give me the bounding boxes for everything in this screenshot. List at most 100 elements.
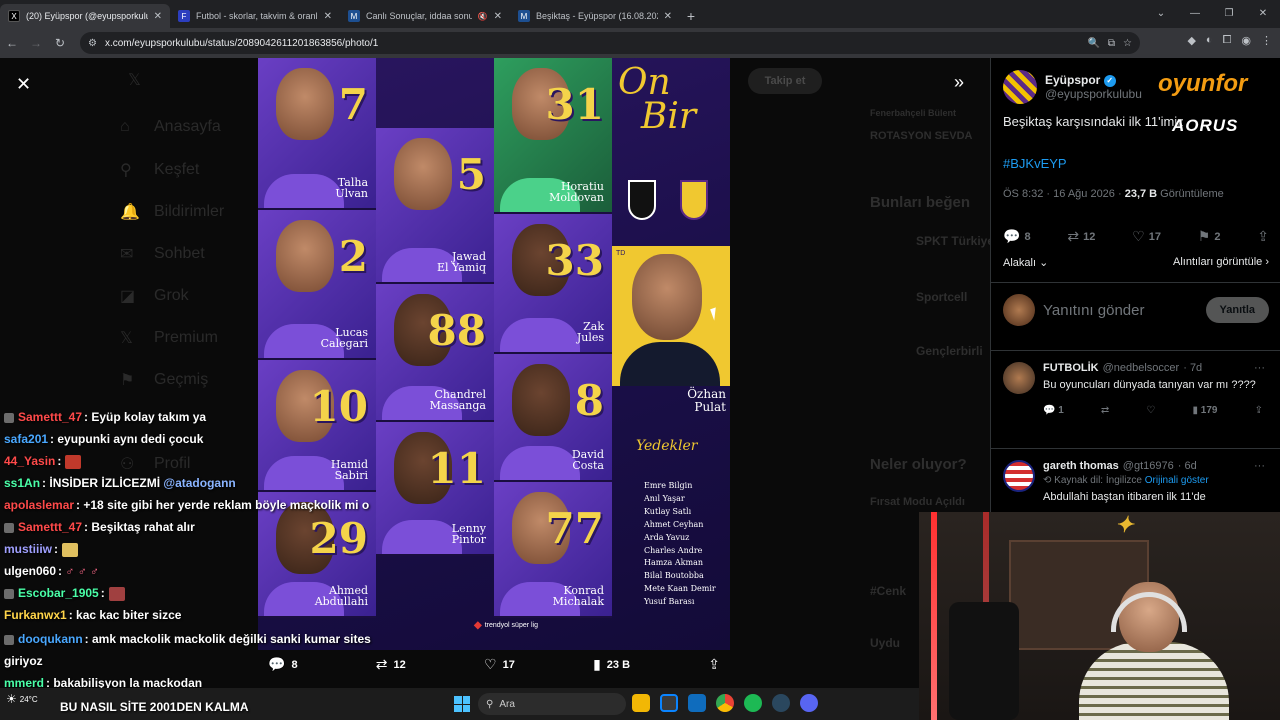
site-info-icon[interactable]: ⚙	[88, 38, 97, 49]
chat-user: mustiiiw	[4, 542, 53, 556]
player-number: 31	[545, 80, 604, 129]
view-quotes-link[interactable]: Alıntıları görüntüle ›	[1173, 256, 1269, 269]
tab-canli-sonuclar[interactable]: M Canlı Sonuçlar, iddaa sonuç 🔇 ✕	[340, 4, 510, 28]
reply-button[interactable]: 💬 8	[1003, 228, 1031, 245]
bookmark-icon: ⚑	[1197, 228, 1211, 244]
chrome-icon[interactable]	[716, 694, 734, 712]
hashtag-link[interactable]: #BJKvEYP	[1003, 156, 1067, 171]
avatar[interactable]	[1003, 362, 1035, 394]
close-window-button[interactable]: ✕	[1246, 0, 1280, 28]
lineup-graphic[interactable]: 7 Talha Ulvan 2 Lucas Calegari 10 Hamid Sab…	[258, 58, 730, 650]
reload-icon[interactable]: ↻	[48, 36, 72, 50]
reply-item[interactable]: FUTBOLİK @nedbelsoccer · 7d Bu oyuncuları …	[1003, 362, 1269, 416]
muted-speaker-icon[interactable]: 🔇	[478, 12, 488, 21]
close-tab-icon[interactable]: ✕	[324, 11, 332, 22]
chat-message: mustiiiw:	[4, 542, 79, 557]
views-icon[interactable]: ▮ 179	[1192, 405, 1217, 416]
chat-user: Samettt_47	[18, 520, 83, 534]
show-original-link[interactable]: Orijinali göster	[1145, 475, 1209, 486]
player-photo	[276, 68, 334, 140]
more-icon[interactable]: ···	[1254, 362, 1265, 374]
new-tab-button[interactable]: +	[680, 4, 702, 28]
chat-message: giriyoz	[4, 654, 43, 668]
sort-dropdown[interactable]: Alakalı ⌄	[1003, 256, 1048, 269]
bookmark-star-icon[interactable]: ☆	[1123, 38, 1132, 49]
player-number: 77	[545, 504, 604, 553]
reply-input[interactable]: Yanıtını gönder	[1043, 302, 1198, 319]
oyunfor-logo: oyunfor	[1158, 70, 1248, 97]
file-explorer-icon[interactable]	[632, 694, 650, 712]
share-icon[interactable]: ⇪	[1255, 405, 1263, 416]
coach-name: Özhan Pulat	[687, 387, 726, 414]
avatar[interactable]	[1003, 70, 1037, 104]
maximize-button[interactable]: ❐	[1212, 0, 1246, 28]
steam-icon[interactable]	[772, 694, 790, 712]
install-icon[interactable]: ⧉	[1108, 38, 1115, 49]
reply-submit-button[interactable]: Yanıtla	[1205, 297, 1269, 323]
bookmark-button[interactable]: ⚑ 2	[1198, 228, 1221, 245]
url-text: x.com/eyupsporkulubu/status/208904261120…	[104, 37, 379, 49]
nav-profile: ⚇ Profil	[120, 455, 191, 473]
emote-icon	[65, 454, 82, 469]
discord-icon[interactable]	[800, 694, 818, 712]
menu-kebab-icon[interactable]: ⋮	[1261, 34, 1272, 47]
repost-button[interactable]: ⇄ 12	[1067, 228, 1095, 245]
badge-icon	[4, 634, 14, 645]
views-button[interactable]: ▮ 23 B	[593, 656, 630, 673]
close-photo-icon[interactable]: ✕	[16, 74, 31, 95]
tab-eyupspor[interactable]: X (20) Eyüpspor (@eyupsporkulubu ✕	[0, 4, 170, 28]
emote-icon	[62, 542, 79, 557]
chat-message: dooqukann: amk mackolik mackolik değilki…	[4, 632, 371, 646]
webcam-feed: ✦	[919, 512, 1280, 720]
back-icon[interactable]: ←	[0, 36, 24, 50]
outlook-icon[interactable]	[688, 694, 706, 712]
divider	[991, 282, 1280, 283]
share-button[interactable]: ⇪	[708, 656, 720, 673]
more-icon[interactable]: ···	[1254, 460, 1265, 472]
extensions-puzzle-icon[interactable]: ⧠	[1223, 34, 1232, 47]
divider	[991, 448, 1280, 449]
weather-widget[interactable]: ☀ 24°C	[6, 692, 38, 706]
reply-text: Bu oyuncuları dünyada tanıyan var mı ???…	[1043, 379, 1256, 391]
minimize-button[interactable]: —	[1178, 0, 1212, 28]
zoom-icon[interactable]: 🔍	[1087, 38, 1099, 49]
home-icon: ⌂	[120, 118, 130, 135]
heart-icon[interactable]: ♡	[1146, 405, 1155, 416]
nav-notifications: 🔔 Bildirimler	[120, 203, 225, 221]
tab-search-icon[interactable]: ⌄	[1144, 0, 1178, 28]
taskbar-search[interactable]: ⚲ Ara	[478, 693, 626, 715]
trendyol-logo-icon: ◆	[474, 620, 482, 631]
like-button[interactable]: ♡ 17	[1132, 228, 1161, 245]
chat-message: ss1An: İNSİDER İZLİCEZMİ @atadogann	[4, 476, 236, 490]
spotify-icon[interactable]	[744, 694, 762, 712]
windows-start-icon[interactable]	[454, 696, 470, 712]
reply-button[interactable]: 💬 8	[268, 656, 298, 673]
close-tab-icon[interactable]: ✕	[154, 11, 162, 22]
reply-item[interactable]: gareth thomas @gt16976 · 6d ⟲ Kaynak dil: …	[1003, 460, 1269, 505]
repost-button[interactable]: ⇄ 12	[376, 656, 406, 673]
forward-icon[interactable]: →	[24, 36, 48, 50]
translation-note: ⟲ Kaynak dil: İngilizce Orijinali göster	[1043, 475, 1209, 486]
store-icon[interactable]	[660, 694, 678, 712]
avatar[interactable]	[1003, 460, 1035, 492]
chat-user: 44_Yasin	[4, 454, 56, 468]
address-bar[interactable]: ⚙ x.com/eyupsporkulubu/status/2089042611…	[80, 32, 1140, 54]
heart-icon: ♡	[484, 656, 497, 672]
search-icon: ⚲	[120, 162, 132, 179]
author-handle[interactable]: @eyupsporkulubu	[1045, 87, 1142, 101]
like-button[interactable]: ♡ 17	[484, 656, 515, 673]
collapse-panel-icon[interactable]: »	[954, 72, 964, 93]
reply-icon[interactable]: 💬 1	[1043, 405, 1064, 416]
repost-icon[interactable]: ⇄	[1101, 405, 1109, 416]
close-tab-icon[interactable]: ✕	[664, 11, 672, 22]
author-name[interactable]: Eyüpspor ✓	[1045, 73, 1142, 87]
tab-besiktas-eyupspor[interactable]: M Beşiktaş - Eyüpspor (16.08.2026 ✕	[510, 4, 680, 28]
extension-icon[interactable]: ◆	[1187, 34, 1195, 47]
tab-futbol[interactable]: F Futbol - skorlar, takvim & oranl ✕	[170, 4, 340, 28]
x-home-logo-icon: 𝕏	[128, 72, 141, 89]
extension2-icon[interactable]: ◐	[1206, 34, 1213, 47]
close-tab-icon[interactable]: ✕	[494, 11, 502, 22]
profile-avatar[interactable]: ◉	[1241, 34, 1251, 47]
nav-history: ⚑ Geçmiş	[120, 371, 209, 389]
share-button[interactable]: ⇪	[1257, 228, 1269, 245]
